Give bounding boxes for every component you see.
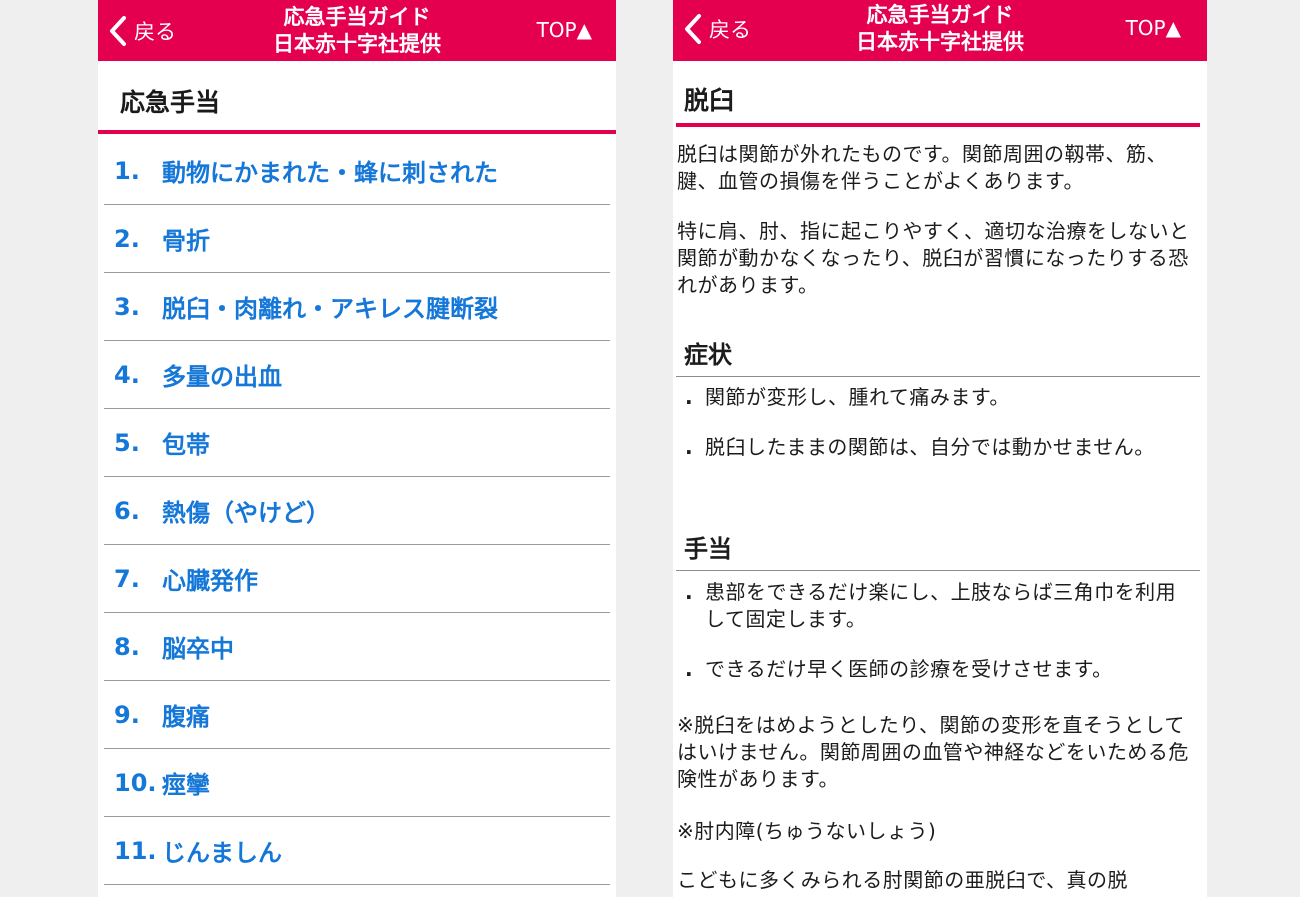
symptoms-heading: 症状 bbox=[676, 323, 1200, 377]
bullet-dot: . bbox=[685, 580, 694, 604]
menu-item-stroke[interactable]: 8. 脳卒中 bbox=[104, 613, 610, 681]
menu-item-number: 4. bbox=[114, 360, 140, 389]
menu-item-bites-stings[interactable]: 1. 動物にかまれた・蜂に刺された bbox=[104, 137, 610, 205]
menu-item-dislocation[interactable]: 3. 脱臼・肉離れ・アキレス腱断裂 bbox=[104, 273, 610, 341]
back-button[interactable]: 戻る bbox=[681, 10, 751, 48]
menu-item-burns[interactable]: 6. 熱傷（やけど） bbox=[104, 477, 610, 545]
menu-item-label: 包帯 bbox=[162, 431, 210, 459]
section-title: 応急手当 bbox=[120, 88, 221, 117]
menu-item-label: 腹痛 bbox=[162, 703, 210, 731]
menu-item-bleeding[interactable]: 4. 多量の出血 bbox=[104, 341, 610, 409]
treatment-item: . できるだけ早く医師の診療を受けさせます。 bbox=[679, 656, 1187, 683]
menu-item-bandage[interactable]: 5. 包帯 bbox=[104, 409, 610, 477]
article-title: 脱臼 bbox=[684, 86, 735, 115]
symptom-text: 脱臼したままの関節は、自分では動かせません。 bbox=[705, 435, 1155, 459]
menu-item-number: 7. bbox=[114, 564, 140, 593]
treatment-heading: 手当 bbox=[676, 517, 1200, 571]
menu-item-label: 骨折 bbox=[162, 227, 210, 255]
bullet-dot: . bbox=[685, 657, 694, 681]
symptom-text: 関節が変形し、腫れて痛みます。 bbox=[705, 385, 1010, 409]
bullet-dot: . bbox=[685, 435, 694, 459]
pulled-elbow-text: こどもに多くみられる肘関節の亜脱臼で、真の脱 bbox=[677, 868, 1128, 892]
menu-item-label: 痙攣 bbox=[162, 771, 210, 799]
nav-bar: 戻る 応急手当ガイド 日本赤十字社提供 TOP▲ bbox=[98, 0, 616, 61]
pulled-elbow-heading: ※肘内障(ちゅうないしょう) bbox=[677, 819, 937, 843]
menu-item-number: 8. bbox=[114, 632, 140, 661]
menu-item-fracture[interactable]: 2. 骨折 bbox=[104, 205, 610, 273]
intro-paragraph-1: 脱臼は関節が外れたものです。関節周囲の靱帯、筋、腱、血管の損傷を伴うことがよくあ… bbox=[677, 142, 1167, 193]
menu-item-label: 熱傷（やけど） bbox=[162, 499, 330, 527]
menu-item-label: じんましん bbox=[162, 839, 282, 867]
warning-note: ※脱臼をはめようとしたり、関節の変形を直そうとしてはいけません。関節周囲の血管や… bbox=[677, 713, 1189, 791]
menu-item-hives[interactable]: 11. じんましん bbox=[104, 817, 610, 885]
menu-item-number: 5. bbox=[114, 428, 140, 457]
menu-item-number: 9. bbox=[114, 700, 140, 729]
treatment-heading-text: 手当 bbox=[684, 535, 732, 563]
menu-item-number: 6. bbox=[114, 496, 140, 525]
top-button[interactable]: TOP▲ bbox=[1126, 16, 1181, 40]
menu-item-label: 脱臼・肉離れ・アキレス腱断裂 bbox=[162, 295, 498, 323]
menu-item-number: 11. bbox=[114, 836, 157, 865]
menu-item-label: 動物にかまれた・蜂に刺された bbox=[162, 159, 498, 187]
menu-item-label: 心臓発作 bbox=[162, 567, 258, 595]
treatment-text: できるだけ早く医師の診療を受けさせます。 bbox=[705, 657, 1113, 681]
menu-item-number: 10. bbox=[114, 768, 157, 797]
back-label: 戻る bbox=[709, 18, 751, 42]
nav-bar: 戻る 応急手当ガイド 日本赤十字社提供 TOP▲ bbox=[673, 0, 1207, 61]
chevron-left-icon bbox=[110, 16, 126, 46]
symptom-item: . 脱臼したままの関節は、自分では動かせません。 bbox=[679, 434, 1187, 461]
article-body: 脱臼 脱臼は関節が外れたものです。関節周囲の靱帯、筋、腱、血管の損傷を伴うことが… bbox=[673, 61, 1207, 897]
symptom-item: . 関節が変形し、腫れて痛みます。 bbox=[679, 384, 1187, 411]
back-button[interactable]: 戻る bbox=[106, 12, 176, 50]
menu-item-heart-attack[interactable]: 7. 心臓発作 bbox=[104, 545, 610, 613]
treatment-text: 患部をできるだけ楽にし、上肢ならば三角巾を利用して固定します。 bbox=[705, 580, 1177, 631]
menu-item-number: 1. bbox=[114, 156, 140, 185]
treatment-item: . 患部をできるだけ楽にし、上肢ならば三角巾を利用して固定します。 bbox=[679, 579, 1187, 633]
first-aid-menu: 1. 動物にかまれた・蜂に刺された 2. 骨折 3. 脱臼・肉離れ・アキレス腱断裂 4… bbox=[104, 137, 610, 885]
article-title-bar: 脱臼 bbox=[676, 61, 1200, 127]
top-button[interactable]: TOP▲ bbox=[537, 18, 592, 42]
menu-screen: 戻る 応急手当ガイド 日本赤十字社提供 TOP▲ 応急手当 1. 動物にかまれた・… bbox=[98, 0, 616, 897]
menu-item-number: 3. bbox=[114, 292, 140, 321]
article-screen: 戻る 応急手当ガイド 日本赤十字社提供 TOP▲ 脱臼 脱臼は関節が外れたもので… bbox=[673, 0, 1207, 897]
menu-item-convulsion[interactable]: 10. 痙攣 bbox=[104, 749, 610, 817]
menu-item-label: 脳卒中 bbox=[162, 635, 234, 663]
bullet-dot: . bbox=[685, 385, 694, 409]
symptoms-heading-text: 症状 bbox=[684, 341, 732, 369]
menu-item-abdominal-pain[interactable]: 9. 腹痛 bbox=[104, 681, 610, 749]
section-header: 応急手当 bbox=[98, 61, 616, 134]
chevron-left-icon bbox=[685, 14, 701, 44]
intro-paragraph-2: 特に肩、肘、指に起こりやすく、適切な治療をしないと関節が動かなくなったり、脱臼が… bbox=[677, 219, 1190, 297]
menu-item-number: 2. bbox=[114, 224, 140, 253]
back-label: 戻る bbox=[134, 20, 176, 44]
menu-item-label: 多量の出血 bbox=[162, 363, 282, 391]
